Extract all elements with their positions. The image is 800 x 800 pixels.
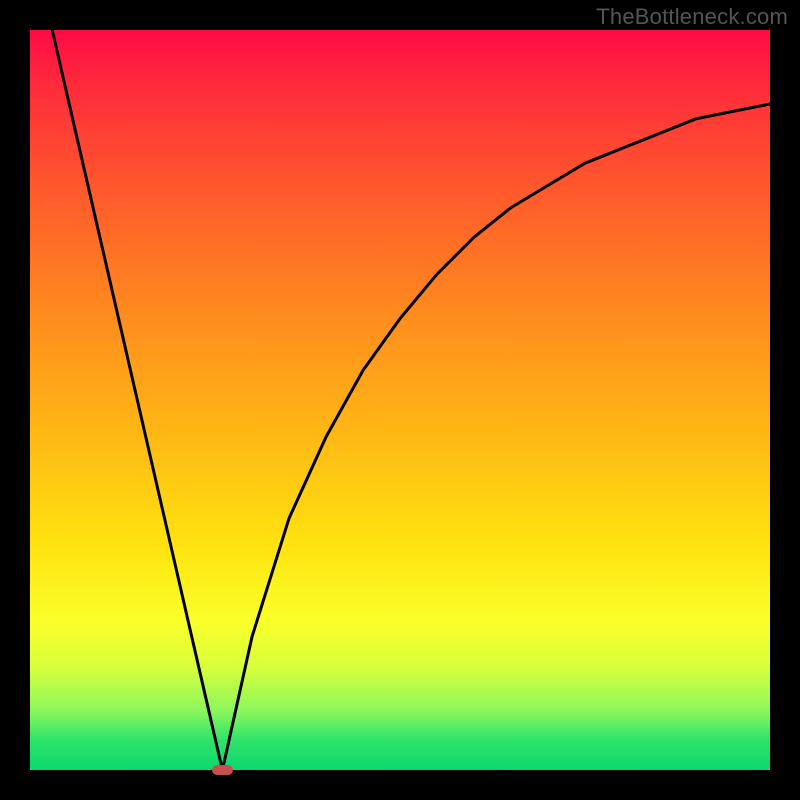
- curve-path: [52, 30, 770, 770]
- plot-area: [30, 30, 770, 770]
- chart-frame: TheBottleneck.com: [0, 0, 800, 800]
- min-marker: [212, 765, 233, 775]
- attribution-text: TheBottleneck.com: [596, 4, 788, 30]
- curve-svg: [30, 30, 770, 770]
